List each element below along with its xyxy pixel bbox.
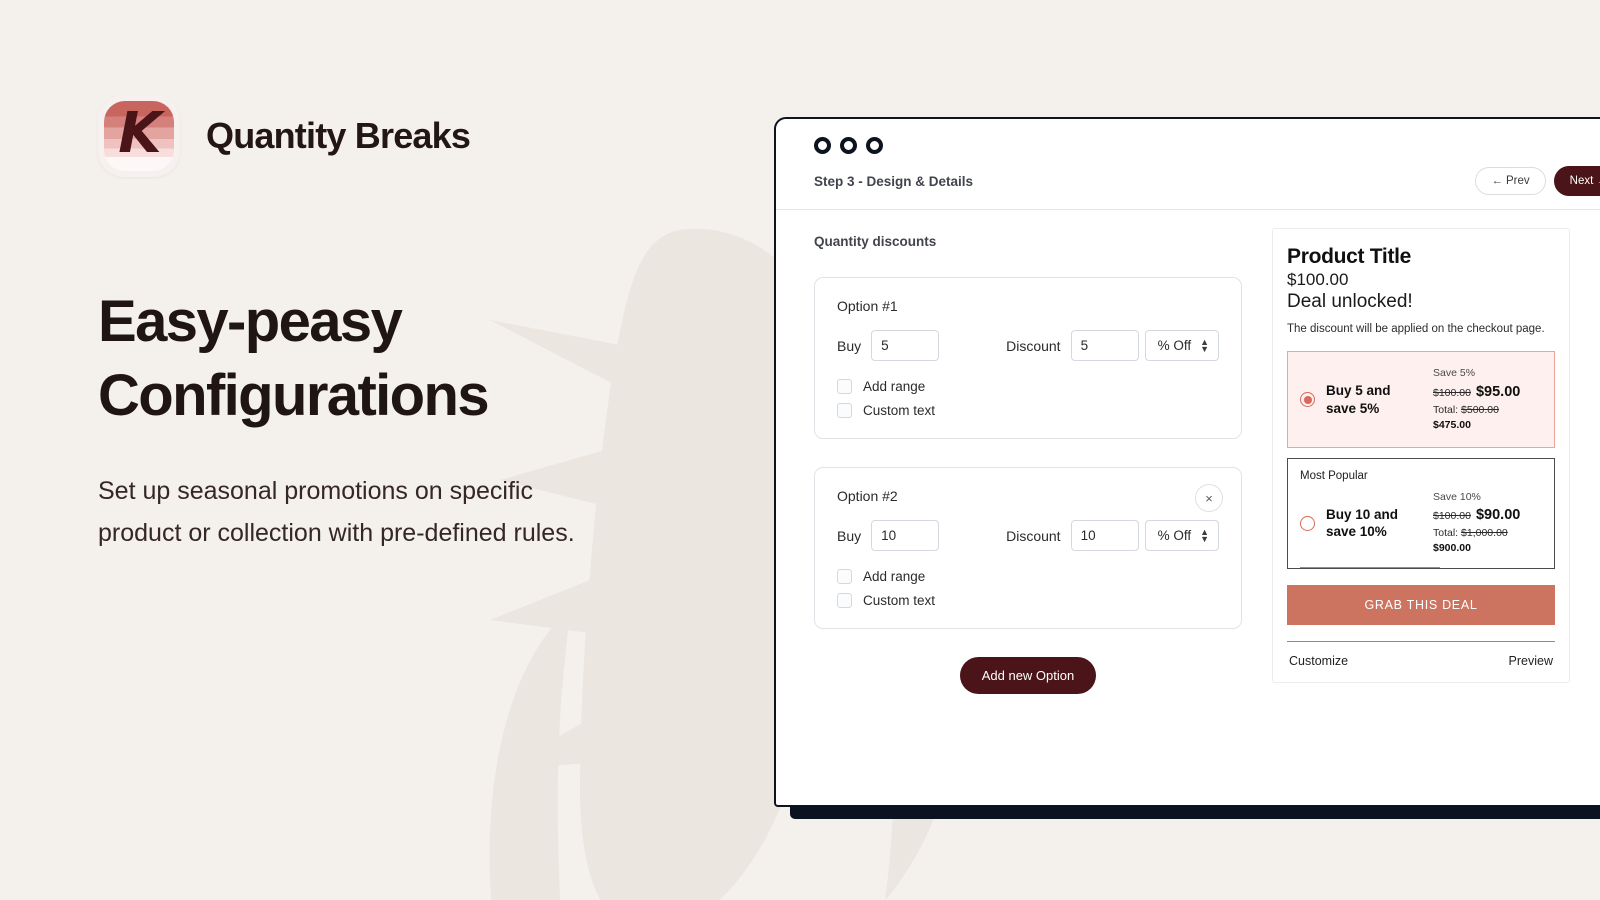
deal-price-row: $100.00 $95.00 xyxy=(1433,382,1520,403)
product-price: $100.00 xyxy=(1287,270,1349,289)
preview-footer: Customize Preview xyxy=(1287,640,1555,682)
preview-link[interactable]: Preview xyxy=(1509,654,1553,668)
discount-label: Discount xyxy=(1006,337,1061,354)
window-controls xyxy=(776,119,1600,154)
window-dot-maximize-icon[interactable] xyxy=(866,137,883,154)
deal-save: Save 10% xyxy=(1433,491,1481,503)
browser-window: Step 3 - Design & Details ← Prev Next → … xyxy=(774,117,1600,807)
window-dot-close-icon[interactable] xyxy=(814,137,831,154)
option-title: Option #1 xyxy=(837,298,898,314)
add-range-label: Add range xyxy=(863,379,926,394)
add-range-checkbox[interactable] xyxy=(837,569,852,584)
custom-text-row[interactable]: Custom text xyxy=(837,593,1219,608)
deal-total-row: Total: $1,000.00 xyxy=(1433,526,1520,541)
deal-pricing: Save 5% $100.00 $95.00 Total: $500.00 $47… xyxy=(1433,366,1520,433)
window-dot-minimize-icon[interactable] xyxy=(840,137,857,154)
deal-total-was: $500.00 xyxy=(1461,403,1499,416)
deal-was-price: $100.00 xyxy=(1433,510,1471,523)
app-logo: K xyxy=(98,95,180,177)
step-bar: Step 3 - Design & Details ← Prev Next → xyxy=(776,154,1600,210)
page-title: Easy-peasy Configurations xyxy=(98,285,718,433)
option-title: Option #2 xyxy=(837,488,898,504)
deal-radio[interactable] xyxy=(1300,515,1315,531)
step-title: Step 3 - Design & Details xyxy=(814,173,974,189)
option-card: Option #1 Buy Discount % Off ▲▼ xyxy=(814,277,1242,439)
logo-gradient: K xyxy=(104,101,174,171)
deal-total-was: $1,000.00 xyxy=(1461,527,1508,540)
deal-total-now: $900.00 xyxy=(1433,542,1471,555)
custom-text-row[interactable]: Custom text xyxy=(837,403,1219,418)
section-title: Quantity discounts xyxy=(814,234,937,249)
custom-text-label: Custom text xyxy=(863,403,936,418)
option-card: Option #2 × Buy Discount % Off ▲▼ xyxy=(814,467,1242,629)
deal-now-price: $90.00 xyxy=(1475,507,1521,524)
remove-option-button[interactable]: × xyxy=(1195,484,1223,512)
product-title: Product Title xyxy=(1287,245,1412,268)
deal-option[interactable]: Most Popular Buy 10 and save 10% Save 10… xyxy=(1287,458,1555,569)
stepper-arrows-icon: ▲ ▼ xyxy=(1200,526,1209,544)
add-range-checkbox[interactable] xyxy=(837,379,852,394)
workspace: Quantity discounts Option #1 Buy Discoun… xyxy=(776,210,1600,694)
step-nav: ← Prev Next → xyxy=(1475,166,1600,196)
headline-line-1: Easy-peasy xyxy=(98,289,403,354)
deal-name: Buy 5 and save 5% xyxy=(1326,383,1391,416)
add-new-option-button[interactable]: Add new Option xyxy=(959,657,1097,694)
deal-price-row: $100.00 $90.00 xyxy=(1433,505,1520,526)
grab-deal-button[interactable]: GRAB THIS DEAL xyxy=(1287,584,1555,625)
stepper-arrows-icon: ▲ ▼ xyxy=(1200,336,1209,354)
discount-label: Discount xyxy=(1006,527,1061,544)
option-field-row: Buy Discount % Off ▲▼ xyxy=(837,330,1219,361)
deal-total-now: $475.00 xyxy=(1433,418,1471,431)
discount-unit-value: % Off xyxy=(1157,338,1192,353)
add-range-row[interactable]: Add range xyxy=(837,379,1219,394)
preview-panel: Product Title $100.00 Deal unlocked! The… xyxy=(1272,228,1570,683)
deal-option[interactable]: Buy 5 and save 5% Save 5% $100.00 $95.00 … xyxy=(1287,351,1555,448)
deal-save: Save 5% xyxy=(1433,367,1476,380)
editor-pane: Quantity discounts Option #1 Buy Discoun… xyxy=(776,210,1264,694)
page-root: K Quantity Breaks Easy-peasy Configurati… xyxy=(0,0,1600,900)
customize-link[interactable]: Customize xyxy=(1289,654,1348,668)
discount-unit-select[interactable]: % Off ▲ ▼ xyxy=(1144,330,1219,361)
deal-pricing: Save 10% $100.00 $90.00 Total: $1,000.00 … xyxy=(1433,490,1520,557)
add-range-row[interactable]: Add range xyxy=(837,569,1219,584)
custom-text-checkbox[interactable] xyxy=(837,593,852,608)
laptop-base xyxy=(790,805,1600,819)
deal-total-row: Total: $500.00 xyxy=(1433,403,1520,418)
add-option-wrap: Add new Option xyxy=(814,657,1242,694)
deal-was-price: $100.00 xyxy=(1433,386,1471,399)
deal-radio-selected[interactable] xyxy=(1300,392,1315,408)
discount-unit-value: % Off xyxy=(1157,528,1192,543)
deal-now-price: $95.00 xyxy=(1475,383,1521,400)
discount-unit-select[interactable]: % Off ▲ ▼ xyxy=(1144,520,1219,551)
buy-input[interactable] xyxy=(871,330,940,361)
custom-text-label: Custom text xyxy=(863,593,936,608)
discount-input[interactable] xyxy=(1070,330,1139,361)
buy-label: Buy xyxy=(837,337,862,354)
buy-input[interactable] xyxy=(871,520,940,551)
next-button[interactable]: Next → xyxy=(1553,166,1600,196)
hero-subtitle: Set up seasonal promotions on specific p… xyxy=(98,477,575,547)
add-range-label: Add range xyxy=(863,569,926,584)
deal-body: Buy 10 and save 10% Save 10% $100.00 $90.… xyxy=(1300,490,1542,557)
discount-note: The discount will be applied on the chec… xyxy=(1287,323,1545,335)
deal-underline xyxy=(1300,566,1441,568)
option-field-row: Buy Discount % Off ▲▼ xyxy=(837,520,1219,551)
prev-button[interactable]: ← Prev xyxy=(1475,167,1546,195)
deal-total-label: Total: xyxy=(1433,403,1459,416)
headline-line-2: Configurations xyxy=(98,363,490,429)
k-letter-icon: K xyxy=(118,101,161,166)
brand-row: K Quantity Breaks xyxy=(98,95,718,177)
deal-total-label: Total: xyxy=(1433,527,1459,540)
brand-name: Quantity Breaks xyxy=(206,115,471,156)
hero-column: K Quantity Breaks Easy-peasy Configurati… xyxy=(98,95,718,554)
deal-badge: Most Popular xyxy=(1300,470,1368,482)
discount-input[interactable] xyxy=(1070,520,1139,551)
deal-unlocked-text: Deal unlocked! xyxy=(1287,291,1413,312)
deal-name: Buy 10 and save 10% xyxy=(1326,506,1399,540)
buy-label: Buy xyxy=(837,527,862,544)
custom-text-checkbox[interactable] xyxy=(837,403,852,418)
